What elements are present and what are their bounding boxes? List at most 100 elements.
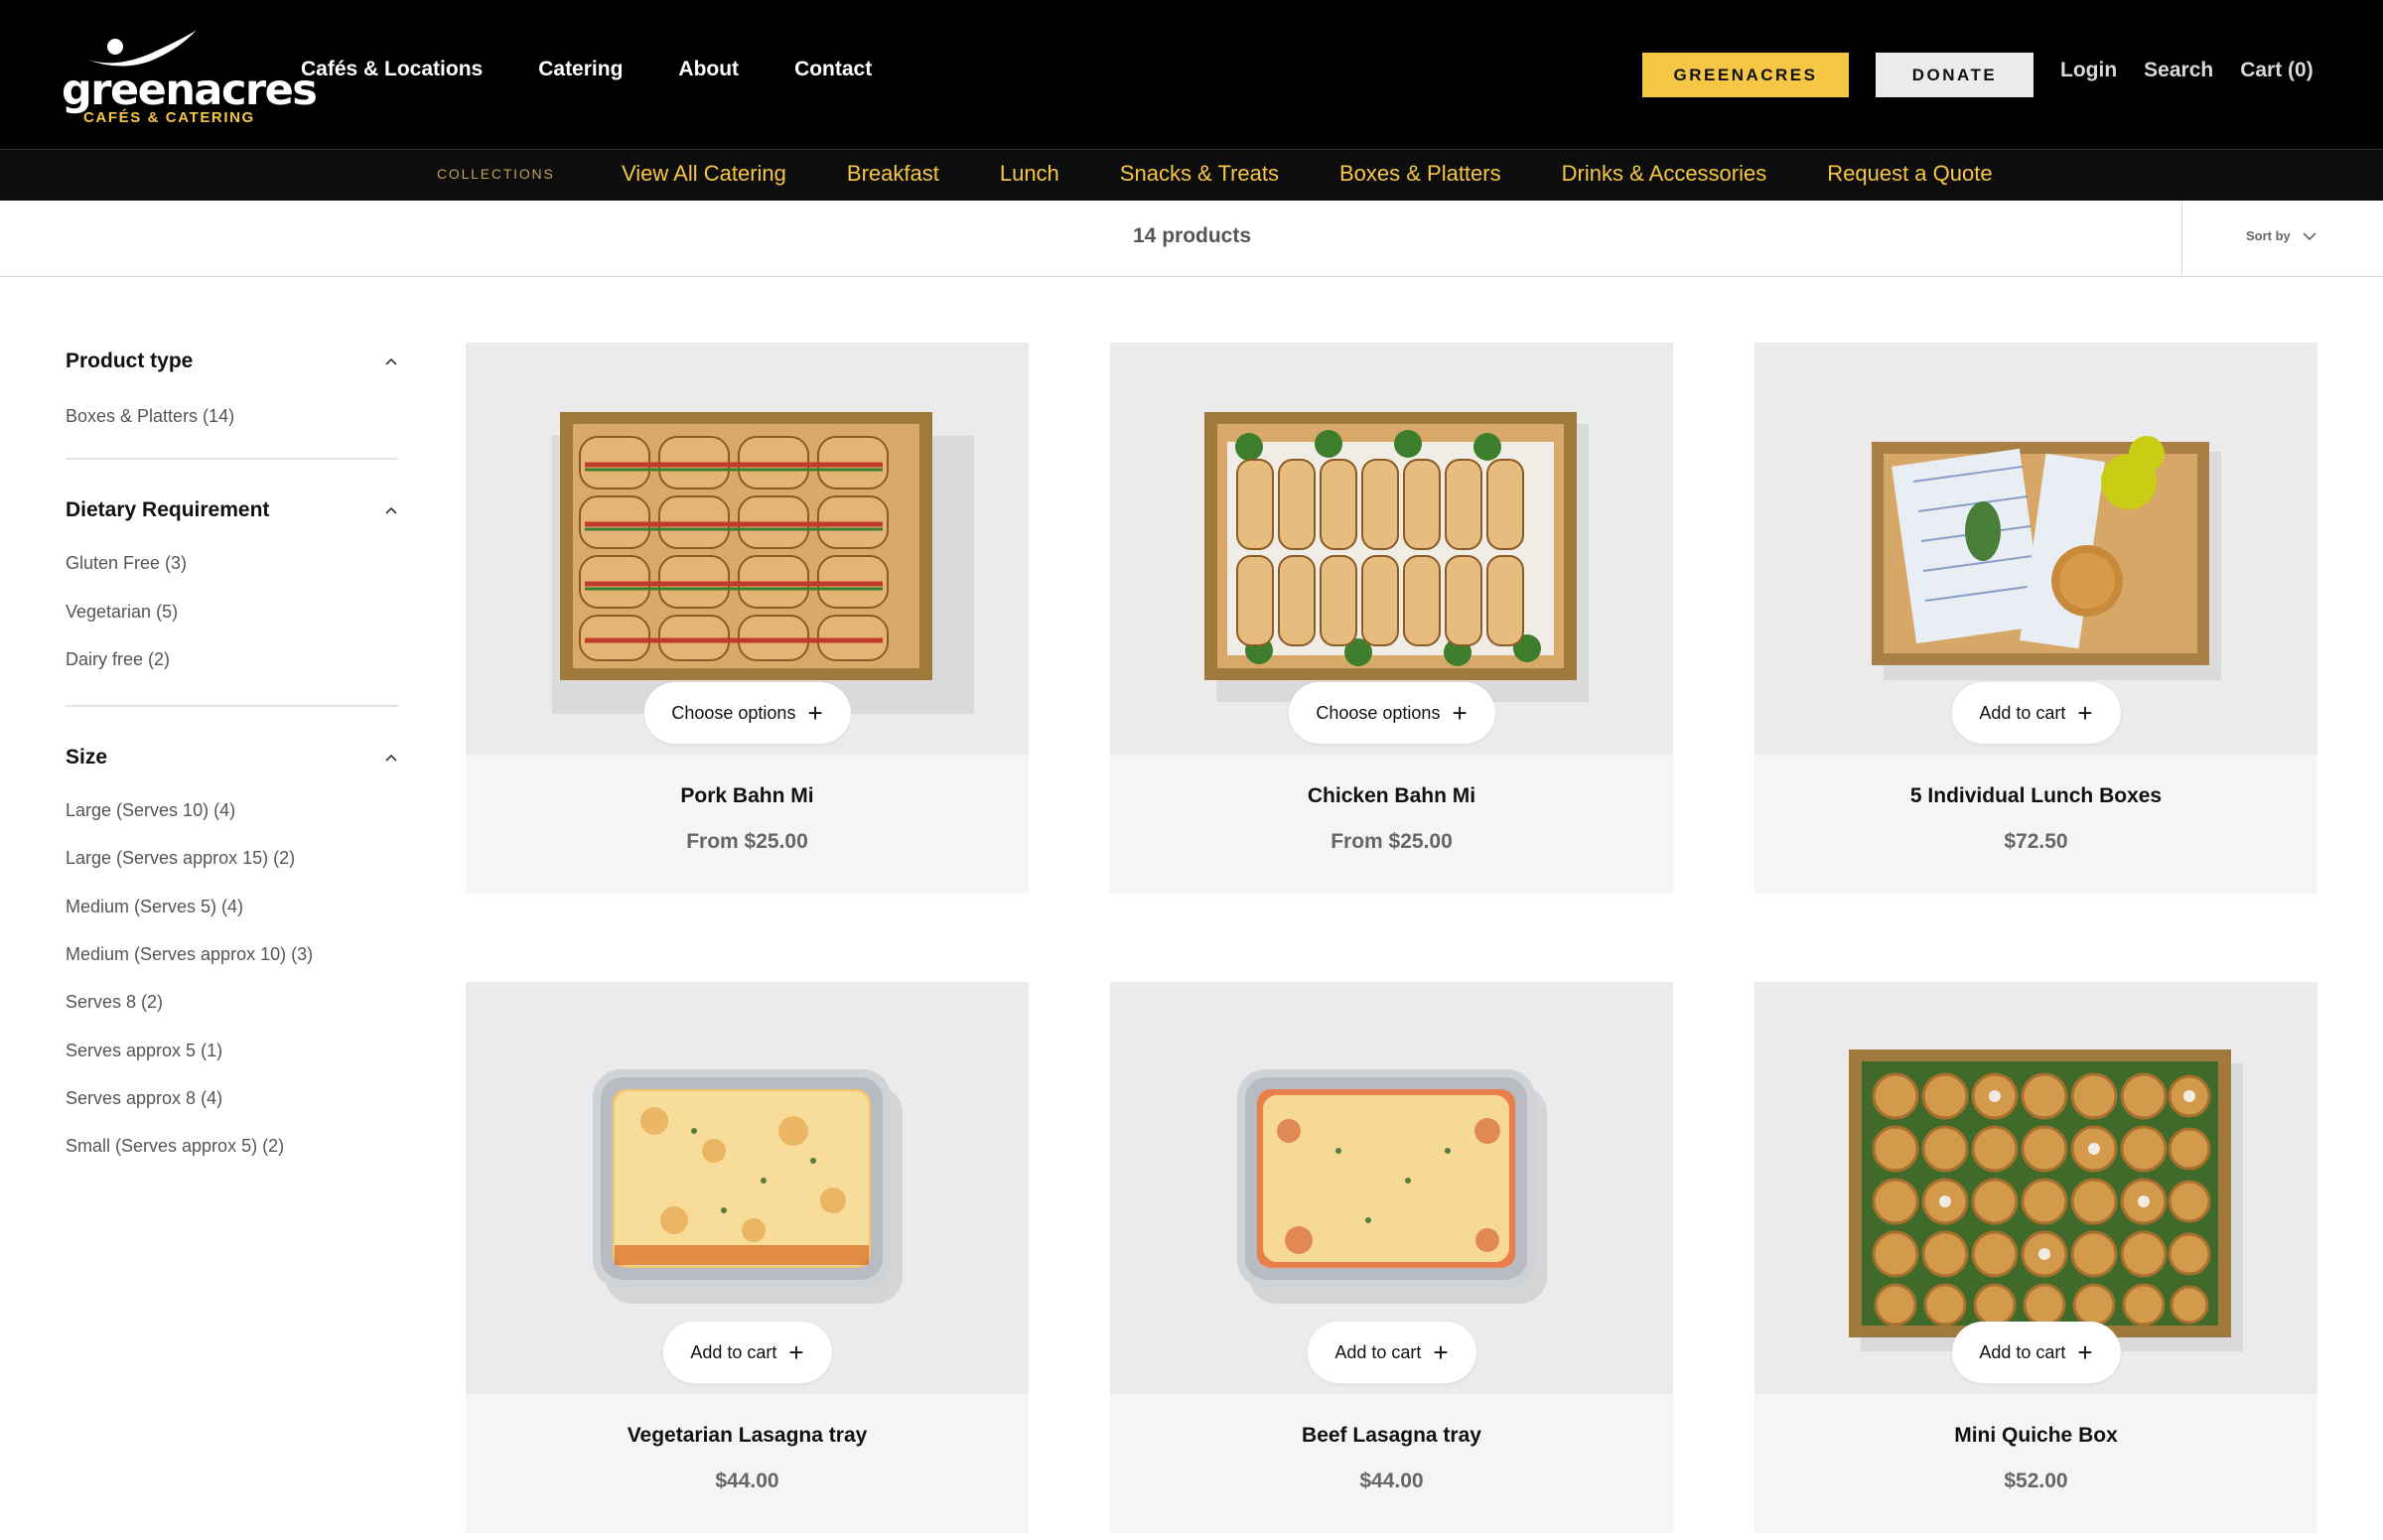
search-link[interactable]: Search xyxy=(2144,59,2213,82)
filter-option[interactable]: Small (Serves approx 5) (2) xyxy=(66,1122,398,1170)
filter-option[interactable]: Large (Serves approx 15) (2) xyxy=(66,834,398,882)
filter-option[interactable]: Dairy free (2) xyxy=(66,635,398,683)
filter-option[interactable]: Serves 8 (2) xyxy=(66,978,398,1026)
product-card[interactable]: Add to cart + Mini Quiche Box $52.00 xyxy=(1754,982,2317,1533)
product-price: $44.00 xyxy=(715,1470,779,1492)
choose-options-button[interactable]: Choose options + xyxy=(1288,682,1495,744)
button-label: Add to cart xyxy=(1979,1341,2066,1362)
collection-request-quote[interactable]: Request a Quote xyxy=(1827,161,1992,187)
product-image[interactable]: Add to cart + xyxy=(1110,982,1673,1394)
plus-icon: + xyxy=(2077,1337,2093,1367)
donate-button[interactable]: DONATE xyxy=(1876,53,2033,97)
utility-nav: Login Search Cart (0) xyxy=(2060,59,2313,82)
main-nav: Cafés & Locations Catering About Contact xyxy=(301,58,872,81)
collection-lunch[interactable]: Lunch xyxy=(1000,161,1059,187)
nav-contact[interactable]: Contact xyxy=(794,58,872,81)
product-card[interactable]: Add to cart + Vegetarian Lasagna tray $4… xyxy=(466,982,1029,1533)
product-price: $72.50 xyxy=(2004,830,2068,853)
logo-wordmark: greenacres xyxy=(62,66,318,115)
product-info: Vegetarian Lasagna tray $44.00 xyxy=(466,1394,1029,1533)
filter-option[interactable]: Large (Serves 10) (4) xyxy=(66,786,398,834)
filter-header[interactable]: Dietary Requirement xyxy=(66,482,398,539)
collections-label: COLLECTIONS xyxy=(437,166,555,182)
button-label: Choose options xyxy=(671,702,796,723)
filter-header[interactable]: Size xyxy=(66,729,398,786)
collection-drinks-accessories[interactable]: Drinks & Accessories xyxy=(1562,161,1767,187)
filter-group-size: Size Large (Serves 10) (4) Large (Serves… xyxy=(66,729,398,1191)
filter-group-product-type: Product type Boxes & Platters (14) xyxy=(66,333,398,461)
chevron-up-icon xyxy=(385,507,397,514)
nav-about[interactable]: About xyxy=(678,58,739,81)
logo-tagline: CAFÉS & CATERING xyxy=(83,109,255,126)
product-image[interactable]: Add to cart + xyxy=(1754,343,2317,755)
collection-snacks-treats[interactable]: Snacks & Treats xyxy=(1120,161,1279,187)
product-info: Beef Lasagna tray $44.00 xyxy=(1110,1394,1673,1533)
filter-sidebar: Product type Boxes & Platters (14) Dieta… xyxy=(66,333,398,1192)
product-name[interactable]: Mini Quiche Box xyxy=(1754,1424,2317,1448)
add-to-cart-button[interactable]: Add to cart + xyxy=(662,1322,832,1383)
product-name[interactable]: Chicken Bahn Mi xyxy=(1110,784,1673,808)
filter-title: Dietary Requirement xyxy=(66,498,270,522)
product-image[interactable]: Add to cart + xyxy=(1754,982,2317,1394)
filter-option[interactable]: Medium (Serves 5) (4) xyxy=(66,883,398,930)
filter-option[interactable]: Serves approx 5 (1) xyxy=(66,1027,398,1074)
greenacres-button[interactable]: GREENACRES xyxy=(1642,53,1849,97)
sort-by-dropdown[interactable]: Sort by xyxy=(2246,228,2316,243)
nav-cafes-locations[interactable]: Cafés & Locations xyxy=(301,58,483,81)
toolbar-divider xyxy=(2181,201,2182,277)
chevron-up-icon xyxy=(385,357,397,365)
plus-icon: + xyxy=(1452,698,1468,728)
product-info: 5 Individual Lunch Boxes $72.50 xyxy=(1754,755,2317,894)
product-info: Pork Bahn Mi From $25.00 xyxy=(466,755,1029,894)
product-card[interactable]: Choose options + Chicken Bahn Mi From $2… xyxy=(1110,343,1673,894)
button-label: Add to cart xyxy=(1334,1341,1422,1362)
collection-boxes-platters[interactable]: Boxes & Platters xyxy=(1339,161,1501,187)
choose-options-button[interactable]: Choose options + xyxy=(643,682,851,744)
collection-view-all-catering[interactable]: View All Catering xyxy=(622,161,786,187)
product-info: Mini Quiche Box $52.00 xyxy=(1754,1394,2317,1533)
plus-icon: + xyxy=(2077,698,2093,728)
button-label: Choose options xyxy=(1316,702,1441,723)
login-link[interactable]: Login xyxy=(2060,59,2117,82)
logo[interactable]: greenacres CAFÉS & CATERING xyxy=(62,26,318,129)
filter-title: Size xyxy=(66,746,108,770)
product-toolbar: 14 products Sort by xyxy=(0,201,2383,277)
product-image[interactable]: Add to cart + xyxy=(466,982,1029,1394)
filter-option[interactable]: Vegetarian (5) xyxy=(66,588,398,635)
filter-title: Product type xyxy=(66,350,194,372)
product-price: $44.00 xyxy=(1359,1470,1424,1492)
product-card[interactable]: Add to cart + 5 Individual Lunch Boxes $… xyxy=(1754,343,2317,894)
cart-link[interactable]: Cart (0) xyxy=(2240,59,2313,82)
plus-icon: + xyxy=(788,1337,804,1367)
product-image[interactable]: Choose options + xyxy=(466,343,1029,755)
product-card[interactable]: Add to cart + Beef Lasagna tray $44.00 xyxy=(1110,982,1673,1533)
product-card[interactable]: Choose options + Pork Bahn Mi From $25.0… xyxy=(466,343,1029,894)
product-info: Chicken Bahn Mi From $25.00 xyxy=(1110,755,1673,894)
plus-icon: + xyxy=(1433,1337,1449,1367)
product-count: 14 products xyxy=(1133,224,1252,247)
product-name[interactable]: Beef Lasagna tray xyxy=(1110,1424,1673,1448)
filter-header[interactable]: Product type xyxy=(66,333,398,390)
collections-nav: View All Catering Breakfast Lunch Snacks… xyxy=(622,161,1993,187)
site-header: greenacres CAFÉS & CATERING Cafés & Loca… xyxy=(0,0,2383,149)
product-price: $52.00 xyxy=(2004,1470,2068,1492)
product-name[interactable]: Pork Bahn Mi xyxy=(466,784,1029,808)
chevron-up-icon xyxy=(385,755,397,762)
collection-breakfast[interactable]: Breakfast xyxy=(847,161,939,187)
add-to-cart-button[interactable]: Add to cart + xyxy=(1951,1322,2121,1383)
filter-option[interactable]: Boxes & Platters (14) xyxy=(66,392,398,440)
collections-bar: COLLECTIONS View All Catering Breakfast … xyxy=(0,149,2383,201)
sort-by-label: Sort by xyxy=(2246,228,2291,243)
nav-catering[interactable]: Catering xyxy=(538,58,623,81)
filter-option[interactable]: Gluten Free (3) xyxy=(66,539,398,587)
filter-option[interactable]: Medium (Serves approx 10) (3) xyxy=(66,930,398,978)
add-to-cart-button[interactable]: Add to cart + xyxy=(1307,1322,1476,1383)
plus-icon: + xyxy=(807,698,823,728)
product-image[interactable]: Choose options + xyxy=(1110,343,1673,755)
button-label: Add to cart xyxy=(690,1341,777,1362)
product-name[interactable]: Vegetarian Lasagna tray xyxy=(466,1424,1029,1448)
product-name[interactable]: 5 Individual Lunch Boxes xyxy=(1754,784,2317,808)
add-to-cart-button[interactable]: Add to cart + xyxy=(1951,682,2121,744)
filter-option[interactable]: Serves approx 8 (4) xyxy=(66,1074,398,1122)
product-price: From $25.00 xyxy=(686,830,808,853)
